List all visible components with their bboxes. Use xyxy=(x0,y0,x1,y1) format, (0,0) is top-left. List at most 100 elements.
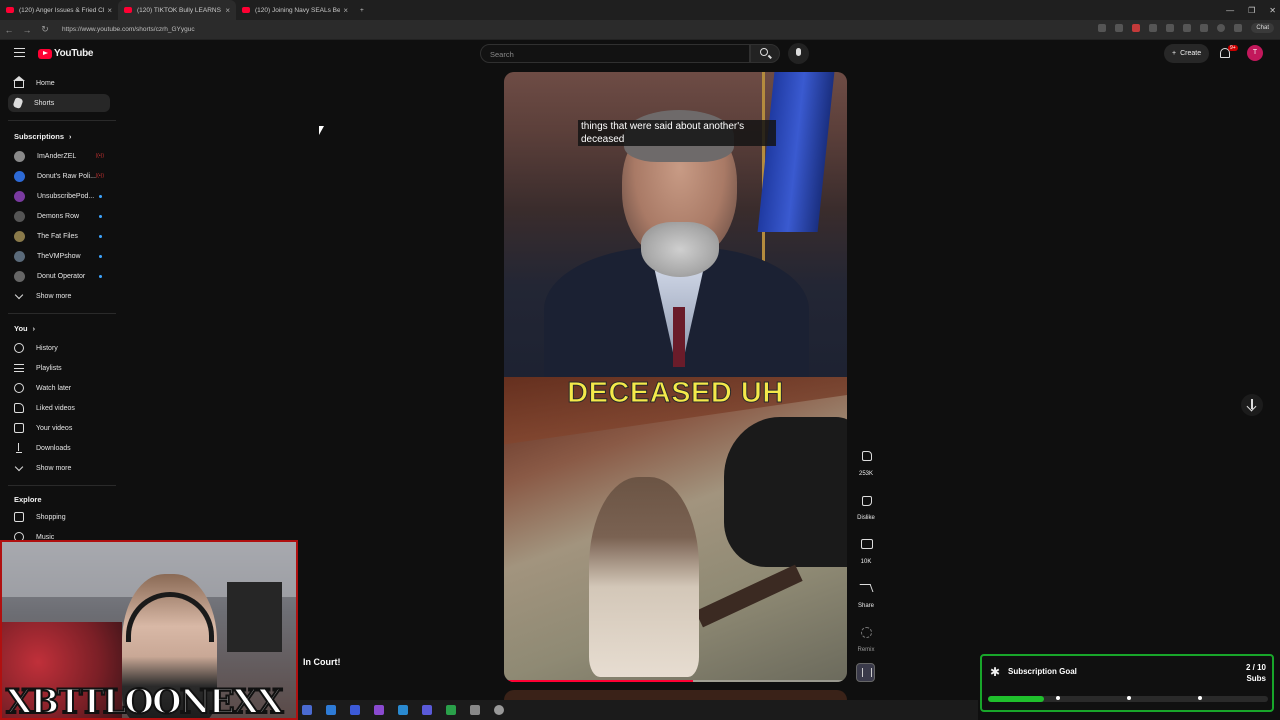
remix-icon xyxy=(855,621,877,643)
sidebar-item-label: Shorts xyxy=(34,99,55,107)
menu-icon[interactable] xyxy=(1234,24,1243,32)
voice-search-icon[interactable] xyxy=(788,43,809,64)
window-controls: — ❐ ✕ xyxy=(1226,0,1276,20)
chevron-right-icon: › xyxy=(32,326,35,333)
sidebar-item-shorts[interactable]: Shorts xyxy=(8,94,110,112)
reload-icon[interactable]: ↻ xyxy=(36,24,54,35)
sidebar-item-subscription[interactable]: Donut Operator xyxy=(8,267,110,285)
sidebar-item-liked-videos[interactable]: Liked videos xyxy=(8,399,110,417)
new-tab-button[interactable]: + xyxy=(354,0,374,20)
close-tab-icon[interactable]: × xyxy=(107,6,112,15)
sidebar-item-subscription[interactable]: Demons Row xyxy=(8,207,110,225)
extension-icon[interactable] xyxy=(1149,24,1158,32)
sidebar-item-watch-later[interactable]: Watch later xyxy=(8,379,110,397)
browser-tab[interactable]: (120) Joining Navy SEALs Becaus × xyxy=(236,0,354,20)
next-short-arrow-icon[interactable] xyxy=(1241,394,1263,416)
like-button[interactable]: 253K xyxy=(852,445,880,477)
youtube-favicon-icon xyxy=(124,7,132,13)
sidebar-item-subscription[interactable]: Donut's Raw Poli... ((•)) xyxy=(8,167,110,185)
show-more-label: Show more xyxy=(36,292,72,300)
browser-tab-active[interactable]: (120) TIKTOK Bully LEARNS Th × xyxy=(118,0,236,20)
taskbar-app-icon[interactable] xyxy=(302,705,312,715)
sidebar-item-subscription[interactable]: ImAnderZEL ((•)) xyxy=(8,147,110,165)
back-icon[interactable]: ← xyxy=(0,25,18,35)
new-content-dot xyxy=(99,274,102,278)
sidebar-item-subscription[interactable]: TheVMPshow xyxy=(8,247,110,265)
video-progress-bar[interactable] xyxy=(504,680,847,682)
explore-heading: Explore xyxy=(14,495,42,504)
notification-badge: 9+ xyxy=(1228,45,1238,51)
remix-button[interactable]: Remix xyxy=(852,621,880,653)
your-videos-icon xyxy=(14,423,24,433)
bookmark-star-icon[interactable] xyxy=(1115,24,1124,32)
channel-avatar xyxy=(14,150,25,162)
sidebar-item-downloads[interactable]: Downloads xyxy=(8,439,110,457)
taskbar-app-icon[interactable] xyxy=(470,705,480,715)
you-title: You xyxy=(14,324,28,333)
sidebar-item-your-videos[interactable]: Your videos xyxy=(8,419,110,437)
profile-icon[interactable] xyxy=(1217,24,1226,32)
extension-icons: Chat xyxy=(1098,23,1274,33)
search-input[interactable]: Search xyxy=(480,44,750,63)
chat-button[interactable]: Chat xyxy=(1251,23,1274,33)
url-field[interactable]: https://www.youtube.com/shorts/czrh_GYyg… xyxy=(62,26,195,33)
sidebar-item-home[interactable]: Home xyxy=(8,74,110,92)
taskbar-app-icon[interactable] xyxy=(422,705,432,715)
video-progress-fill xyxy=(504,680,693,682)
dislike-button[interactable]: Dislike xyxy=(852,489,880,521)
extension-icon[interactable] xyxy=(1132,24,1141,32)
taskbar-app-icon[interactable] xyxy=(398,705,408,715)
forward-icon[interactable]: → xyxy=(18,25,36,35)
tab-title: (120) Joining Navy SEALs Becaus xyxy=(255,6,341,14)
youtube-logo[interactable]: YouTube xyxy=(38,48,94,59)
avatar[interactable]: T xyxy=(1247,45,1263,61)
taskbar-app-icon[interactable] xyxy=(326,705,336,715)
taskbar-app-icon[interactable] xyxy=(350,705,360,715)
comments-button[interactable]: 10K xyxy=(852,533,880,565)
extension-icon[interactable] xyxy=(1098,24,1107,32)
show-more-you[interactable]: Show more xyxy=(8,459,110,477)
extension-icon[interactable] xyxy=(1200,24,1209,32)
taskbar-app-icon[interactable] xyxy=(446,705,456,715)
shopping-icon xyxy=(14,512,24,522)
sidebar-item-shopping[interactable]: Shopping xyxy=(8,508,110,526)
channel-name: Donut Operator xyxy=(37,272,86,280)
chevron-right-icon: › xyxy=(69,134,72,141)
you-heading[interactable]: You › xyxy=(14,324,35,333)
short-video-player[interactable]: things that were said about another's de… xyxy=(504,72,847,682)
sound-thumbnail-icon[interactable] xyxy=(856,663,875,682)
share-button[interactable]: Share xyxy=(852,577,880,609)
youtube-favicon-icon xyxy=(242,7,250,13)
settings-gear-icon[interactable] xyxy=(494,705,504,715)
defendant-figure xyxy=(589,477,699,677)
youtube-play-icon xyxy=(38,48,52,59)
minimize-icon[interactable]: — xyxy=(1226,6,1234,15)
close-window-icon[interactable]: ✕ xyxy=(1269,6,1276,15)
close-tab-icon[interactable]: × xyxy=(225,6,230,15)
taskbar-app-icon[interactable] xyxy=(374,705,384,715)
sidebar-item-subscription[interactable]: UnsubscribePod... xyxy=(8,187,110,205)
sidebar-item-subscription[interactable]: The Fat Files xyxy=(8,227,110,245)
room-shelf xyxy=(227,582,282,652)
sidebar-item-playlists[interactable]: Playlists xyxy=(8,359,110,377)
browser-tab-bar: (120) Anger Issues & Fried Chicke × (120… xyxy=(0,0,1280,20)
extension-icon[interactable] xyxy=(1183,24,1192,32)
sidebar-item-label: Home xyxy=(36,79,55,87)
subscriptions-title: Subscriptions xyxy=(14,132,65,141)
show-more-subscriptions[interactable]: Show more xyxy=(8,287,110,305)
new-content-dot xyxy=(99,234,102,238)
restore-icon[interactable]: ❐ xyxy=(1248,6,1255,15)
extension-icon[interactable] xyxy=(1166,24,1175,32)
chevron-down-icon xyxy=(14,462,24,471)
close-tab-icon[interactable]: × xyxy=(343,6,348,15)
home-icon xyxy=(13,76,25,88)
subscriptions-heading[interactable]: Subscriptions › xyxy=(14,132,71,141)
comment-count: 10K xyxy=(860,559,872,565)
thumbs-down-icon xyxy=(855,489,877,511)
sidebar-item-history[interactable]: History xyxy=(8,339,110,357)
menu-icon[interactable] xyxy=(14,48,25,57)
browser-tab[interactable]: (120) Anger Issues & Fried Chicke × xyxy=(0,0,118,20)
plus-icon: + xyxy=(1172,50,1177,57)
comment-icon xyxy=(855,533,877,555)
create-button[interactable]: + Create xyxy=(1164,44,1210,63)
